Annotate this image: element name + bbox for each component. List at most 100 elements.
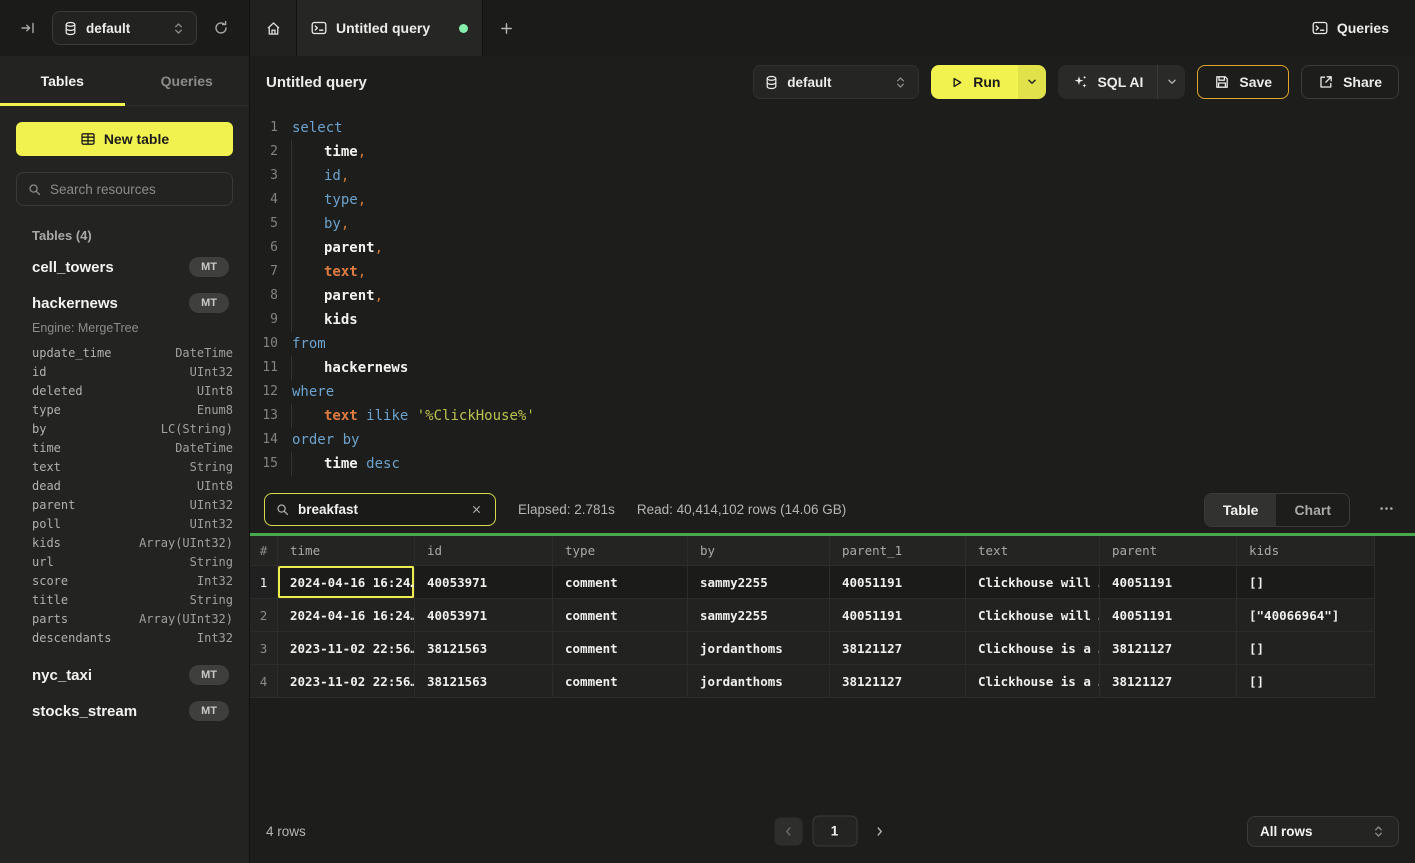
table-cell[interactable]: 38121127: [830, 632, 966, 665]
column-row-descendants: descendantsInt32: [16, 628, 233, 647]
view-toggle: Table Chart: [1204, 493, 1350, 527]
table-cell[interactable]: Clickhouse is a …: [966, 665, 1100, 698]
topbar-database-value: default: [86, 21, 163, 36]
view-toggle-table[interactable]: Table: [1205, 494, 1277, 526]
table-cell[interactable]: 2023-11-02 22:56…: [278, 632, 415, 665]
column-row-update_time: update_timeDateTime: [16, 343, 233, 362]
column-header-time[interactable]: time: [278, 536, 415, 566]
ellipsis-icon: [1378, 500, 1395, 517]
share-button[interactable]: Share: [1301, 65, 1399, 99]
clear-search-button[interactable]: [468, 501, 485, 518]
column-header-type[interactable]: type: [553, 536, 688, 566]
home-button[interactable]: [250, 0, 297, 56]
table-cell[interactable]: comment: [553, 665, 688, 698]
table-cell[interactable]: 40051191: [1100, 566, 1237, 599]
save-icon: [1214, 74, 1230, 90]
row-number: 1: [250, 566, 278, 599]
table-cell[interactable]: 2024-04-16 16:24…: [278, 566, 415, 599]
table-cell[interactable]: jordanthoms: [688, 632, 830, 665]
run-options-button[interactable]: [1018, 65, 1046, 99]
results-footer: 4 rows 1 All rows: [250, 799, 1415, 863]
results-table: #timeidtypebyparent_1textparentkids 12024…: [250, 536, 1375, 698]
current-page-button[interactable]: 1: [812, 816, 857, 847]
table-cell[interactable]: 40051191: [830, 599, 966, 632]
query-database-selector[interactable]: default: [753, 65, 919, 99]
table-cell[interactable]: 38121127: [1100, 665, 1237, 698]
sidebar-table-item-cell_towers[interactable]: cell_towersMT: [16, 249, 233, 285]
topbar-left: default: [0, 0, 250, 56]
column-header-parent[interactable]: parent: [1100, 536, 1237, 566]
sidebar-tab-queries[interactable]: Queries: [125, 56, 250, 105]
table-cell[interactable]: []: [1237, 632, 1375, 665]
token: ,: [358, 144, 366, 160]
column-header-id[interactable]: id: [415, 536, 553, 566]
table-cell[interactable]: ["40066964"]: [1237, 599, 1375, 632]
resource-search-input[interactable]: [50, 182, 227, 197]
table-cell[interactable]: Clickhouse will …: [966, 599, 1100, 632]
table-cell[interactable]: Clickhouse will …: [966, 566, 1100, 599]
token: [358, 408, 366, 424]
run-button[interactable]: Run: [931, 65, 1018, 99]
sql-ai-button-group: SQL AI: [1058, 65, 1185, 99]
table-cell[interactable]: sammy2255: [688, 599, 830, 632]
table-cell[interactable]: comment: [553, 632, 688, 665]
column-type: UInt8: [197, 384, 233, 398]
sidebar-table-item-hackernews[interactable]: hackernewsMT: [16, 285, 233, 321]
results-search-input[interactable]: [298, 502, 460, 517]
table-cell[interactable]: 40053971: [415, 566, 553, 599]
table-cell[interactable]: 2023-11-02 22:56…: [278, 665, 415, 698]
sidebar-tab-tables[interactable]: Tables: [0, 56, 125, 105]
token: text: [324, 408, 358, 424]
topbar-database-selector[interactable]: default: [52, 11, 197, 45]
sql-ai-button[interactable]: SQL AI: [1058, 65, 1157, 99]
terminal-icon: [311, 20, 327, 36]
sql-editor[interactable]: 1select2time,3id,4type,5by,6parent,7text…: [250, 108, 1415, 486]
table-cell[interactable]: jordanthoms: [688, 665, 830, 698]
table-cell[interactable]: comment: [553, 599, 688, 632]
line-number: 10: [250, 332, 278, 356]
token: time: [324, 456, 358, 472]
new-table-button[interactable]: New table: [16, 122, 233, 156]
share-icon: [1318, 74, 1334, 90]
column-header-by[interactable]: by: [688, 536, 830, 566]
column-header-parent_1[interactable]: parent_1: [830, 536, 966, 566]
page-size-selector[interactable]: All rows: [1247, 816, 1399, 847]
table-cell[interactable]: []: [1237, 665, 1375, 698]
table-cell[interactable]: 40053971: [415, 599, 553, 632]
line-number: 2: [250, 140, 278, 164]
table-cell[interactable]: comment: [553, 566, 688, 599]
sql-ai-options-button[interactable]: [1157, 65, 1185, 99]
column-name: kids: [32, 536, 61, 550]
previous-page-button[interactable]: [774, 817, 802, 845]
column-header-text[interactable]: text: [966, 536, 1100, 566]
line-number: 1: [250, 116, 278, 140]
refresh-button[interactable]: [207, 14, 235, 42]
line-number: 3: [250, 164, 278, 188]
collapse-sidebar-button[interactable]: [14, 14, 42, 42]
table-cell[interactable]: 38121563: [415, 632, 553, 665]
column-header-#[interactable]: #: [250, 536, 278, 566]
table-cell[interactable]: 2024-04-16 16:24…: [278, 599, 415, 632]
table-cell[interactable]: 38121563: [415, 665, 553, 698]
sidebar-table-item-stocks_stream[interactable]: stocks_streamMT: [16, 693, 233, 729]
line-number: 9: [250, 308, 278, 332]
new-tab-button[interactable]: [483, 0, 529, 56]
table-cell[interactable]: 38121127: [830, 665, 966, 698]
save-button[interactable]: Save: [1197, 65, 1289, 99]
queries-nav-button[interactable]: Queries: [1286, 0, 1415, 56]
table-cell[interactable]: 38121127: [1100, 632, 1237, 665]
next-page-button[interactable]: [867, 817, 891, 845]
table-cell[interactable]: Clickhouse is a …: [966, 632, 1100, 665]
table-cell[interactable]: sammy2255: [688, 566, 830, 599]
table-cell[interactable]: 40051191: [1100, 599, 1237, 632]
results-more-button[interactable]: [1372, 496, 1401, 524]
sidebar-table-item-nyc_taxi[interactable]: nyc_taxiMT: [16, 657, 233, 693]
table-cell[interactable]: 40051191: [830, 566, 966, 599]
table-cell[interactable]: []: [1237, 566, 1375, 599]
engine-badge: MT: [189, 701, 229, 721]
engine-label: Engine: MergeTree: [16, 321, 233, 343]
view-toggle-chart[interactable]: Chart: [1276, 494, 1349, 526]
tab-untitled-query[interactable]: Untitled query: [297, 0, 483, 56]
column-header-kids[interactable]: kids: [1237, 536, 1375, 566]
close-icon: [470, 503, 483, 516]
